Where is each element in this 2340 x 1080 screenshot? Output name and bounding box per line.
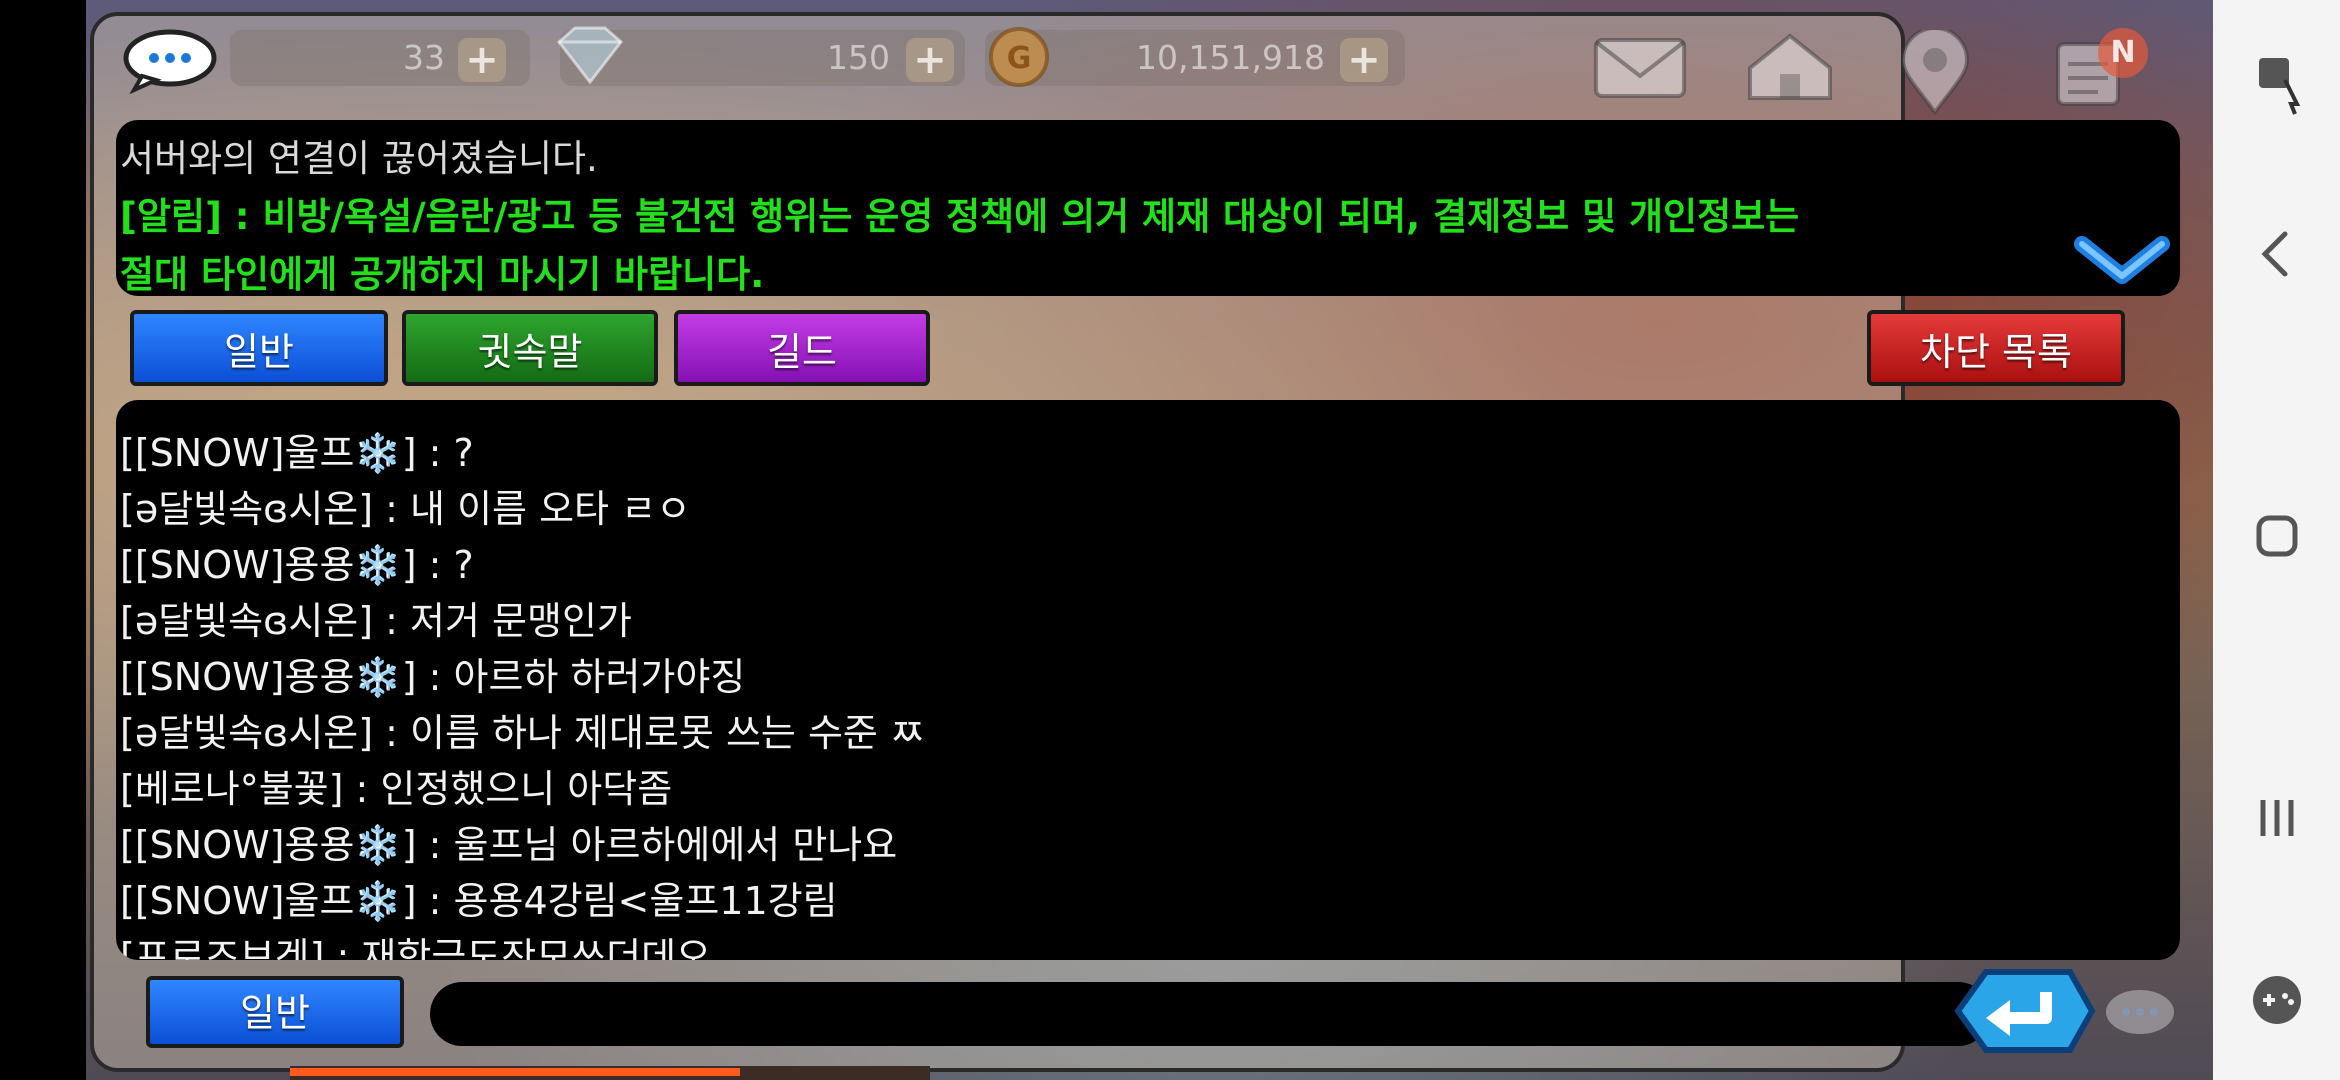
stamina-count: 33 xyxy=(403,38,445,77)
block-list-button[interactable]: 차단 목록 xyxy=(1867,310,2125,386)
chat-line: [ə달빛속ɞ시온] : 저거 문맹인가 xyxy=(120,599,632,643)
chat-log[interactable]: [[SNOW]울프❄️] : ? [ə달빛속ɞ시온] : 내 이름 오타 ㄹㅇ … xyxy=(116,400,2180,960)
chat-channel-button[interactable]: 일반 xyxy=(146,976,404,1048)
svg-text:G: G xyxy=(1007,41,1032,76)
chat-line: [ə달빛속ɞ시온] : 내 이름 오타 ㄹㅇ xyxy=(120,487,691,531)
map-pin-icon[interactable] xyxy=(1895,30,1975,116)
chat-line-partial: [프로즈브겐] : 재학금도잔모쓰더데오 xyxy=(120,935,712,960)
alert-line-1: [알림] : 비방/욕설/음란/광고 등 불건전 행위는 운영 정책에 의거 제… xyxy=(120,195,1800,238)
add-stamina-button[interactable]: + xyxy=(458,38,506,82)
add-diamond-button[interactable]: + xyxy=(906,38,954,82)
experience-bar xyxy=(290,1066,930,1080)
notification-badge: N xyxy=(2098,28,2148,78)
game-tools-icon[interactable] xyxy=(2235,958,2319,1042)
recents-icon[interactable] xyxy=(2235,776,2319,860)
tab-guild[interactable]: 길드 xyxy=(674,310,930,386)
home-icon[interactable] xyxy=(2235,494,2319,578)
mail-icon[interactable] xyxy=(1590,28,1690,104)
android-nav-bar xyxy=(2213,0,2340,1080)
chat-line: [[SNOW]울프❄️] : ? xyxy=(120,431,474,475)
gold-count: 10,151,918 xyxy=(1136,38,1325,77)
system-message: 서버와의 연결이 끊어졌습니다. xyxy=(120,137,598,180)
chat-line: [ə달빛속ɞ시온] : 이름 하나 제대로못 쓰는 수준 ㅉ xyxy=(120,711,925,755)
chat-input[interactable] xyxy=(430,982,1990,1046)
chat-line: [[SNOW]용용❄️] : 울프님 아르하에에서 만나요 xyxy=(120,823,898,867)
faint-chat-icon xyxy=(2106,990,2174,1034)
chat-bubble-icon[interactable] xyxy=(122,28,220,94)
house-icon[interactable] xyxy=(1740,28,1840,104)
alert-line-2: 절대 타인에게 공개하지 마시기 바랍니다. xyxy=(120,253,765,296)
screen-edge-left xyxy=(0,0,86,1080)
gold-coin-icon: G xyxy=(989,27,1049,87)
screen-pin-icon[interactable] xyxy=(2235,34,2319,118)
add-gold-button[interactable]: + xyxy=(1340,38,1388,82)
chat-line: [[SNOW]용용❄️] : ? xyxy=(120,543,474,587)
tab-whisper[interactable]: 귓속말 xyxy=(402,310,658,386)
chat-line: [[SNOW]용용❄️] : 아르하 하러가야징 xyxy=(120,655,746,699)
send-button[interactable] xyxy=(1938,966,2098,1056)
diamond-count: 150 xyxy=(827,38,890,77)
tab-general[interactable]: 일반 xyxy=(130,310,388,386)
expand-chevron-icon[interactable] xyxy=(2072,226,2172,296)
diamond-icon xyxy=(556,26,624,85)
back-icon[interactable] xyxy=(2235,212,2319,296)
chat-line: [베로나°불꽃] : 인정했으니 아닥좀 xyxy=(120,767,673,811)
game-screen: 33 + 150 + G 10,151,918 + N 서버와의 연결이 끊어졌… xyxy=(0,0,2213,1080)
chat-line: [[SNOW]울프❄️] : 용용4강림<울프11강림 xyxy=(120,879,838,923)
